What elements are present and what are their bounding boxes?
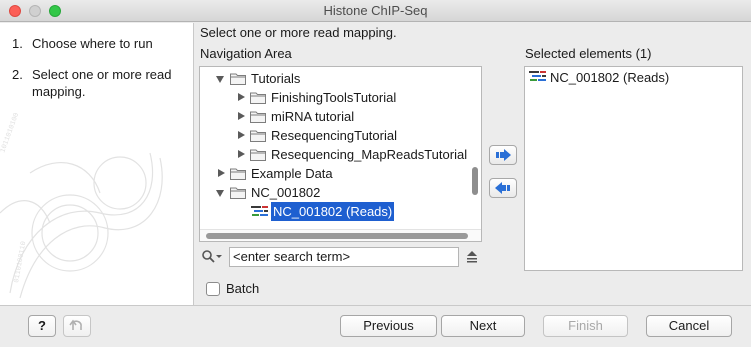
- step-1: 1. Choose where to run: [12, 35, 184, 52]
- step-number: 2.: [12, 67, 23, 82]
- search-icon[interactable]: [201, 249, 223, 265]
- folder-icon: [230, 187, 246, 199]
- tree-item-label: FinishingToolsTutorial: [271, 90, 397, 105]
- disclosure-expanded-icon[interactable]: [216, 190, 224, 197]
- step-label: Select one or more read mapping.: [32, 67, 172, 99]
- next-button[interactable]: Next: [441, 315, 525, 337]
- tree-item-label: Tutorials: [251, 71, 301, 86]
- finish-button[interactable]: Finish: [543, 315, 628, 337]
- search-input[interactable]: <enter search term>: [229, 247, 459, 267]
- undo-icon: [69, 319, 82, 330]
- tree-item-example-data[interactable]: Example Data: [200, 164, 465, 183]
- step-number: 1.: [12, 36, 23, 51]
- tree-horizontal-scrollbar[interactable]: [206, 233, 468, 239]
- disclosure-collapsed-icon[interactable]: [238, 112, 245, 120]
- navigation-area-label: Navigation Area: [200, 46, 292, 61]
- tree-vertical-scrollbar[interactable]: [472, 167, 478, 195]
- selected-item[interactable]: NC_001802 (Reads): [529, 69, 669, 87]
- step-2: 2. Select one or more read mapping.: [12, 66, 184, 100]
- selected-elements-label: Selected elements (1): [525, 46, 652, 61]
- folder-icon: [250, 111, 266, 123]
- selected-elements-list[interactable]: NC_001802 (Reads): [524, 66, 743, 271]
- svg-text:1011010100101: 1011010100101: [0, 113, 25, 154]
- footer-separator: [0, 305, 751, 306]
- tree-item-mirna-tutorial[interactable]: miRNA tutorial: [200, 107, 470, 126]
- tree-item-label: miRNA tutorial: [271, 109, 355, 124]
- folder-icon: [230, 73, 246, 85]
- remove-from-selected-button[interactable]: [489, 178, 517, 198]
- disclosure-collapsed-icon[interactable]: [238, 131, 245, 139]
- svg-text:0110100110: 0110100110: [13, 241, 28, 284]
- tree-item-tutorials[interactable]: Tutorials: [200, 69, 470, 88]
- arrow-left-icon: [495, 182, 510, 194]
- reads-icon: [529, 71, 546, 81]
- filter-icon[interactable]: [465, 251, 479, 263]
- step-label: Choose where to run: [32, 36, 153, 51]
- disclosure-expanded-icon[interactable]: [216, 76, 224, 83]
- cancel-button[interactable]: Cancel: [646, 315, 732, 337]
- title-bar: Histone ChIP-Seq: [0, 0, 751, 22]
- tree-item-label: NC_001802: [251, 185, 321, 200]
- tree-item-finishingtoolstutorial[interactable]: FinishingToolsTutorial: [200, 88, 470, 107]
- help-button[interactable]: ?: [28, 315, 56, 337]
- folder-icon: [230, 168, 246, 180]
- batch-checkbox[interactable]: [206, 282, 220, 296]
- tree-item-label: Example Data: [251, 166, 333, 181]
- disclosure-collapsed-icon[interactable]: [238, 93, 245, 101]
- tree-horizontal-scrollbar-track: [200, 229, 481, 241]
- reset-button[interactable]: [63, 315, 91, 337]
- instruction-text: Select one or more read mapping.: [200, 25, 397, 40]
- tree-item-nc-001802-reads[interactable]: NC_001802 (Reads): [200, 202, 465, 221]
- disclosure-collapsed-icon[interactable]: [238, 150, 245, 158]
- folder-icon: [250, 92, 266, 104]
- window-title: Histone ChIP-Seq: [323, 3, 428, 18]
- dna-watermark-icon: 1011010100101 0110100110: [0, 113, 163, 299]
- tree-item-nc-001802[interactable]: NC_001802: [200, 183, 465, 202]
- tree-item-resequencingtutorial[interactable]: ResequencingTutorial: [200, 126, 470, 145]
- reads-icon: [251, 206, 268, 216]
- add-to-selected-button[interactable]: [489, 145, 517, 165]
- previous-button[interactable]: Previous: [340, 315, 437, 337]
- navigation-tree[interactable]: Tutorials FinishingToolsTutorial miRNA t…: [199, 66, 482, 242]
- folder-icon: [250, 149, 266, 161]
- arrow-right-icon: [496, 149, 511, 161]
- disclosure-collapsed-icon[interactable]: [218, 169, 225, 177]
- steps-panel: 1. Choose where to run 2. Select one or mo…: [0, 23, 194, 305]
- tree-item-label: Resequencing_MapReadsTutorial: [271, 147, 468, 162]
- tree-item-label: NC_001802 (Reads): [271, 202, 395, 221]
- selected-item-label: NC_001802 (Reads): [550, 70, 670, 85]
- batch-label: Batch: [226, 281, 260, 296]
- folder-icon: [250, 130, 266, 142]
- tree-item-label: ResequencingTutorial: [271, 128, 397, 143]
- tree-item-resequencing-mapreadstutorial[interactable]: Resequencing_MapReadsTutorial: [200, 145, 470, 164]
